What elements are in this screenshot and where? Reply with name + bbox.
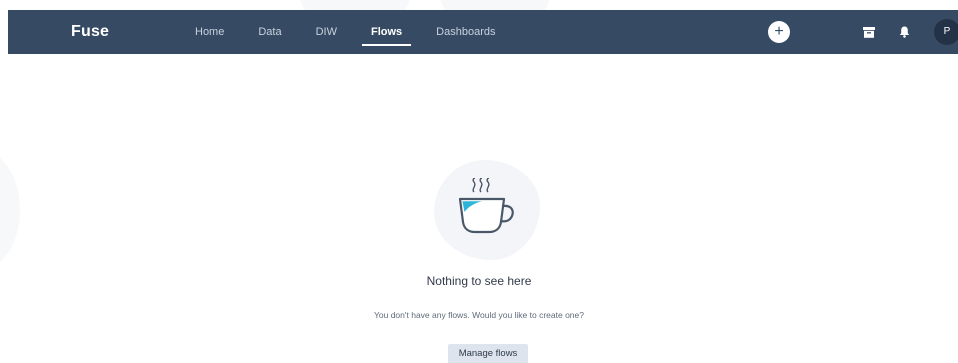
nav-link-flows[interactable]: Flows: [361, 10, 412, 54]
empty-state: Nothing to see here You don't have any f…: [0, 150, 958, 363]
nav-link-data[interactable]: Data: [249, 10, 290, 54]
nav-links: Home Data DIW Flows Dashboards: [178, 10, 512, 54]
brand-logo[interactable]: Fuse: [71, 10, 109, 54]
nav-link-diw[interactable]: DIW: [307, 10, 346, 54]
archive-icon[interactable]: [861, 24, 877, 40]
nav-link-dashboards[interactable]: Dashboards: [427, 10, 504, 54]
add-icon: +: [774, 23, 784, 40]
empty-illustration: [432, 160, 544, 260]
page: Fuse Home Data DIW Flows Dashboards + P: [0, 0, 958, 363]
manage-flows-button[interactable]: Manage flows: [448, 344, 528, 363]
top-navbar: Fuse Home Data DIW Flows Dashboards + P: [8, 10, 958, 54]
add-button[interactable]: +: [768, 21, 790, 43]
bell-icon[interactable]: [896, 24, 912, 40]
empty-state-title: Nothing to see here: [426, 274, 532, 288]
avatar[interactable]: P: [934, 19, 958, 45]
empty-state-description: You don't have any flows. Would you like…: [373, 310, 584, 320]
coffee-cup-icon: [458, 178, 514, 234]
nav-link-home[interactable]: Home: [186, 10, 233, 54]
